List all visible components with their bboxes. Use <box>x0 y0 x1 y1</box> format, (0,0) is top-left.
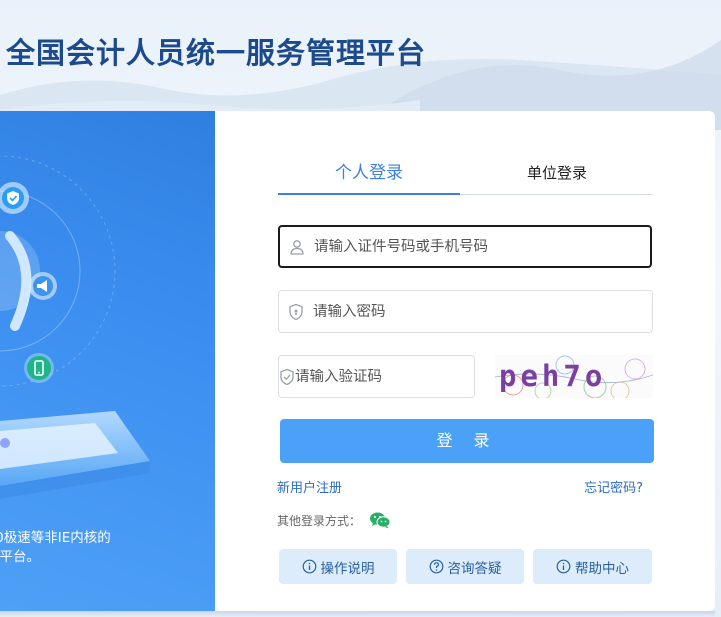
info-circle-icon <box>302 559 317 574</box>
page-title: 全国会计人员统一服务管理平台 <box>6 36 427 70</box>
id-input[interactable] <box>314 238 650 255</box>
register-link[interactable]: 新用户注册 <box>277 477 342 496</box>
instructions-label: 操作说明 <box>320 560 375 577</box>
other-login-methods: 其他登录方式： <box>277 511 391 529</box>
question-circle-icon <box>429 559 444 574</box>
captcha-text: peh7o <box>499 359 607 393</box>
mobile-icon <box>24 353 54 383</box>
shield-lock-icon <box>279 303 313 321</box>
forgot-password-link[interactable]: 忘记密码? <box>584 477 643 496</box>
promo-panel: 360极速等非IE内核的 本平台。 <box>0 111 215 611</box>
faq-label: 咨询答疑 <box>447 560 502 577</box>
captcha-field[interactable] <box>278 355 476 398</box>
tab-unit-login[interactable]: 单位登录 <box>466 155 648 195</box>
login-tabs: 个人登录 单位登录 <box>278 155 653 195</box>
shield-check-icon <box>279 368 295 386</box>
help-center-label: 帮助中心 <box>575 560 629 577</box>
login-panel: 个人登录 单位登录 peh7o 登 录 <box>215 111 715 611</box>
panel-shadow <box>0 611 715 617</box>
other-login-label: 其他登录方式： <box>277 513 362 528</box>
browser-notice: 360极速等非IE内核的 本平台。 <box>0 529 215 567</box>
user-icon <box>280 239 314 255</box>
captcha-image[interactable]: peh7o <box>495 355 653 398</box>
browser-notice-line2: 本平台。 <box>0 549 40 565</box>
shield-badge-icon <box>0 182 29 214</box>
password-field[interactable] <box>278 290 653 333</box>
faq-button[interactable]: 咨询答疑 <box>406 549 524 584</box>
id-field[interactable] <box>278 225 652 268</box>
password-input[interactable] <box>313 303 652 320</box>
login-button[interactable]: 登 录 <box>280 419 654 463</box>
tab-personal-login[interactable]: 个人登录 <box>278 155 460 195</box>
instructions-button[interactable]: 操作说明 <box>279 549 397 584</box>
help-center-button[interactable]: 帮助中心 <box>533 549 652 584</box>
info-circle-icon <box>556 559 571 574</box>
wechat-icon[interactable] <box>369 511 391 529</box>
browser-notice-line1: 360极速等非IE内核的 <box>0 530 111 546</box>
megaphone-icon <box>29 272 57 300</box>
captcha-input[interactable] <box>295 368 476 385</box>
